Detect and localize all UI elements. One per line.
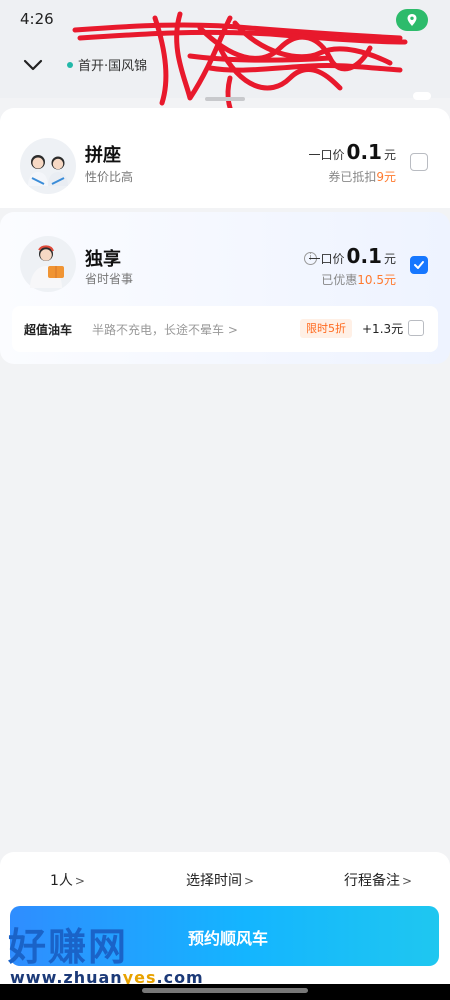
status-time: 4:26: [20, 10, 54, 28]
exclusive-discount-amount: 10.5元: [357, 273, 396, 287]
chevron-right-icon: >: [244, 874, 255, 888]
sheet-edge: [413, 92, 431, 100]
watermark-logo: 好赚网: [8, 925, 129, 969]
carpool-price-value: 0.1: [346, 140, 382, 164]
exclusive-discount-prefix: 已优惠: [321, 273, 358, 287]
passenger-count-selector[interactable]: 1人 >: [50, 870, 85, 890]
trip-note-selector[interactable]: 行程备注 >: [344, 870, 412, 890]
time-selector[interactable]: 选择时间 >: [186, 870, 254, 890]
addon-title: 超值油车: [24, 323, 73, 337]
chevron-right-icon: >: [402, 874, 413, 888]
exclusive-checkbox[interactable]: [410, 256, 428, 274]
exclusive-subtitle: 省时省事: [85, 272, 134, 286]
addon-description[interactable]: 半路不充电，长途不晕车 >: [92, 321, 238, 338]
addon-fuel-car[interactable]: 超值油车 半路不充电，长途不晕车 > 限时5折 +1.3元: [12, 306, 438, 352]
carpool-discount-prefix: 券已抵扣: [328, 170, 377, 184]
carpool-price-prefix: 一口价: [308, 148, 345, 162]
chevron-down-icon[interactable]: [20, 52, 46, 78]
chevron-right-icon: >: [74, 874, 85, 888]
exclusive-title: 独享: [85, 249, 121, 270]
carpool-price-unit: 元: [383, 148, 396, 162]
addon-price: +1.3元: [362, 322, 404, 336]
trip-header: 首开·国风锦: [0, 38, 450, 98]
route-origin-dot: [67, 62, 73, 68]
passenger-count-label: 1人: [50, 873, 73, 889]
exclusive-avatar-icon: [20, 236, 76, 292]
bottom-bar: 1人 > 选择时间 > 行程备注 > 预约顺风车 好赚网 www.zhuanyes.c…: [0, 852, 450, 1000]
carpool-title: 拼座: [85, 145, 121, 166]
carpool-checkbox[interactable]: [410, 153, 428, 171]
exclusive-price-unit: 元: [383, 252, 396, 266]
time-select-label: 选择时间: [186, 873, 242, 889]
carpool-avatar-icon: [20, 138, 76, 194]
location-pin-icon: [407, 14, 417, 26]
exclusive-price: 一口价 0.1 元: [309, 244, 396, 268]
carpool-discount: 券已抵扣9元: [328, 168, 396, 185]
carpool-price: 一口价 0.1 元: [309, 140, 396, 164]
checkmark-icon: [414, 261, 424, 269]
carpool-subtitle: 性价比高: [85, 170, 134, 184]
option-card-carpool[interactable]: 拼座 性价比高 一口价 0.1 元 券已抵扣9元: [0, 108, 450, 208]
carpool-discount-amount: 9元: [376, 170, 396, 184]
exclusive-price-prefix: 一口价: [308, 252, 345, 266]
addon-checkbox[interactable]: [408, 320, 424, 336]
route-origin-text[interactable]: 首开·国风锦: [78, 55, 147, 74]
home-indicator[interactable]: [142, 988, 308, 993]
addon-promo-tag: 限时5折: [300, 319, 352, 338]
exclusive-discount: 已优惠10.5元: [321, 271, 396, 288]
drag-handle[interactable]: [205, 97, 245, 101]
trip-note-label: 行程备注: [344, 873, 400, 889]
book-ride-label: 预约顺风车: [188, 929, 269, 948]
status-bar: 4:26: [0, 0, 450, 38]
location-indicator: [396, 9, 428, 31]
exclusive-price-value: 0.1: [346, 244, 382, 268]
navigation-bar: [0, 984, 450, 1000]
